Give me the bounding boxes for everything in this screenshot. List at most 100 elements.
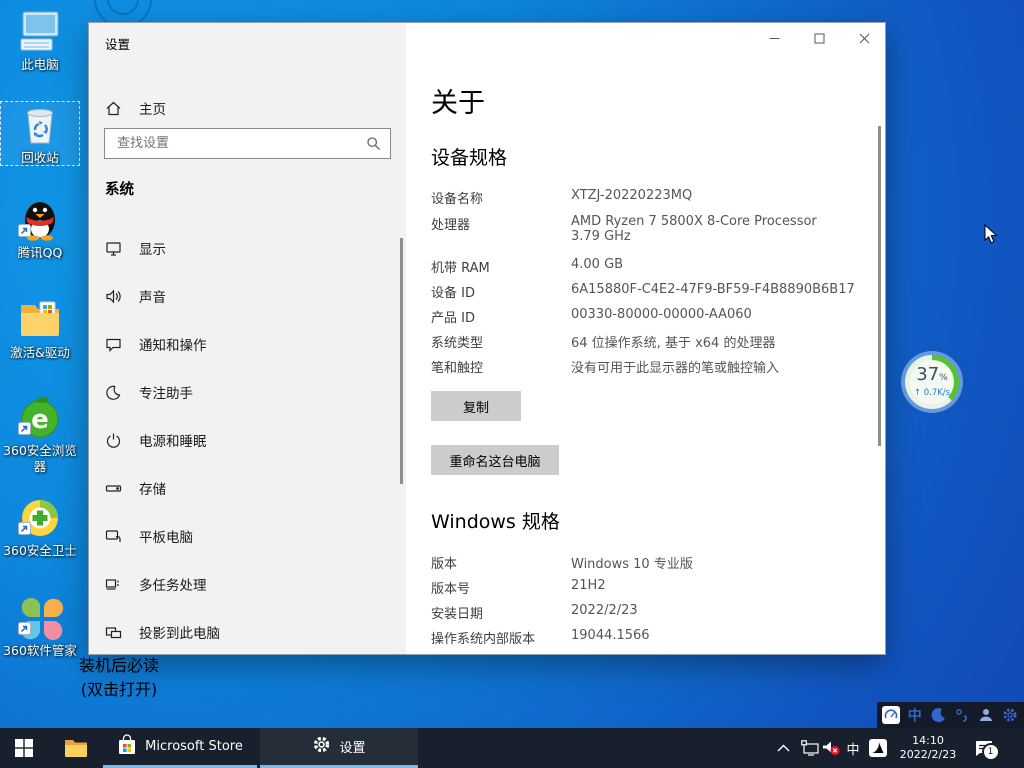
spec-row: 系统类型 64 位操作系统, 基于 x64 的处理器 <box>431 332 861 357</box>
sidebar-item-notifications[interactable]: 通知和操作 <box>89 322 389 366</box>
spec-row: 处理器 AMD Ryzen 7 5800X 8-Core Processor 3… <box>431 214 861 257</box>
sidebar-item-multitasking[interactable]: 多任务处理 <box>89 562 389 606</box>
gear-icon[interactable] <box>1000 705 1020 725</box>
notifications-icon <box>105 336 122 353</box>
memory-usage-percent: 37% <box>916 366 947 387</box>
desktop-icon-label: 360安全卫士 <box>0 543 80 559</box>
sidebar-scrollbar[interactable] <box>400 238 403 484</box>
search-box <box>104 128 391 159</box>
settings-content: 关于 设备规格 设备名称 XTZJ-20220223MQ 处理器 AMD Ryz… <box>406 23 886 655</box>
desktop-icon-software-manager-360[interactable]: 360软件管家 <box>0 594 80 659</box>
windows-specs-header: Windows 规格 <box>431 507 560 534</box>
file-explorer-button[interactable] <box>52 728 100 768</box>
sidebar-item-label: 电源和睡眠 <box>139 430 207 450</box>
mouse-cursor <box>984 224 999 249</box>
power-sleep-icon <box>105 432 122 449</box>
shortcut-arrow-icon <box>18 420 31 439</box>
spec-row: 设备 ID 6A15880F-C4E2-47F9-BF59-F4B8890B6B… <box>431 282 861 307</box>
ime-square-icon[interactable] <box>864 728 892 768</box>
content-scrollbar[interactable] <box>878 126 881 446</box>
rename-pc-button[interactable]: 重命名这台电脑 <box>431 445 559 475</box>
settings-window: 设置 主页 系统 显示 声音 <box>88 22 886 655</box>
this-pc-icon <box>17 8 63 54</box>
sidebar-item-power-sleep[interactable]: 电源和睡眠 <box>89 418 389 462</box>
sidebar-item-focus-assist[interactable]: 专注助手 <box>89 370 389 414</box>
taskbar-button-label: Microsoft Store <box>145 739 243 754</box>
moon-icon[interactable] <box>929 705 949 725</box>
desktop-icon-label: 此电脑 <box>0 57 80 73</box>
desktop-icon-browser-360[interactable]: e 360安全浏览器 <box>0 394 80 475</box>
chinese-mode-icon[interactable]: 中 <box>905 705 925 725</box>
recycle-bin-icon <box>17 101 63 147</box>
ime-indicator[interactable]: 中 <box>841 728 865 768</box>
microsoft-store-icon <box>117 734 137 760</box>
shortcut-arrow-icon <box>18 620 31 639</box>
tray-show-hidden-icons[interactable] <box>770 728 796 768</box>
spec-row: 产品 ID 00330-80000-00000-AA060 <box>431 307 861 332</box>
desktop: 此电脑 回收站 <box>0 0 1024 768</box>
multitasking-icon <box>105 576 122 593</box>
search-icon[interactable] <box>366 136 381 155</box>
ime-logo-icon[interactable] <box>881 705 901 725</box>
spec-row: 操作系统内部版本 19044.1566 <box>431 628 861 653</box>
software-manager-360-icon <box>17 594 63 640</box>
sidebar-item-label: 主页 <box>139 98 166 118</box>
gear-icon <box>312 735 331 758</box>
focus-assist-icon <box>105 384 122 401</box>
desktop-icon-safeguard-360[interactable]: 360安全卫士 <box>0 494 80 559</box>
settings-sidebar: 设置 主页 系统 显示 声音 <box>89 23 406 655</box>
home-icon <box>105 100 122 117</box>
close-button[interactable] <box>842 23 886 54</box>
desktop-icon-label: 360软件管家 <box>0 643 80 659</box>
project-icon <box>105 624 122 641</box>
window-title: 设置 <box>105 34 130 53</box>
taskbar-button-settings[interactable]: 设置 <box>260 728 418 768</box>
taskbar-clock[interactable]: 14:10 2022/2/23 <box>893 734 963 762</box>
browser-360-icon: e <box>17 394 63 440</box>
clock-time: 14:10 <box>893 734 963 748</box>
speed-ball-widget[interactable]: 37% ↑ 0.7K/s <box>901 351 963 413</box>
storage-icon <box>105 480 122 497</box>
copy-button[interactable]: 复制 <box>431 391 521 421</box>
start-button[interactable] <box>0 728 48 768</box>
punctuation-icon[interactable] <box>952 705 972 725</box>
sidebar-item-label: 多任务处理 <box>139 574 207 594</box>
taskbar-button-label: 设置 <box>339 737 365 756</box>
svg-text:e: e <box>31 405 49 435</box>
page-title: 关于 <box>431 81 485 120</box>
sidebar-item-label: 专注助手 <box>139 382 193 402</box>
device-specs-table: 设备名称 XTZJ-20220223MQ 处理器 AMD Ryzen 7 580… <box>431 188 861 382</box>
shortcut-arrow-icon <box>18 222 31 241</box>
taskbar-button-microsoft-store[interactable]: Microsoft Store <box>103 728 257 768</box>
windows-specs-table: 版本 Windows 10 专业版 版本号 21H2 安装日期 2022/2/2… <box>431 553 861 655</box>
desktop-icon-readme[interactable]: 装机后必读(双击打开) <box>78 652 160 700</box>
desktop-icon-this-pc[interactable]: 此电脑 <box>0 8 80 73</box>
desktop-icon-driver-folder[interactable]: 激活&驱动 <box>0 296 80 361</box>
search-input[interactable] <box>105 129 367 158</box>
notification-count-badge: 1 <box>982 743 1000 761</box>
driver-folder-icon <box>17 296 63 342</box>
sidebar-item-display[interactable]: 显示 <box>89 226 389 270</box>
sound-icon <box>105 288 122 305</box>
network-speed: ↑ 0.7K/s <box>914 388 950 398</box>
taskbar: Microsoft Store 设置 中 14:10 2022/2/23 <box>0 728 1024 768</box>
spec-row-partial: 体验 <box>431 653 861 655</box>
spec-row: 版本 Windows 10 专业版 <box>431 553 861 578</box>
sidebar-item-home[interactable]: 主页 <box>89 86 389 130</box>
sidebar-item-project[interactable]: 投影到此电脑 <box>89 610 389 654</box>
spec-row: 版本号 21H2 <box>431 578 861 603</box>
maximize-button[interactable] <box>797 23 842 54</box>
sidebar-item-tablet[interactable]: 平板电脑 <box>89 514 389 558</box>
action-center-icon[interactable]: 1 <box>966 728 1000 768</box>
sidebar-item-sound[interactable]: 声音 <box>89 274 389 318</box>
user-icon[interactable] <box>976 705 996 725</box>
display-icon <box>105 240 122 257</box>
spec-row: 安装日期 2022/2/23 <box>431 603 861 628</box>
desktop-icon-qq[interactable]: 腾讯QQ <box>0 196 80 261</box>
sidebar-item-label: 平板电脑 <box>139 526 193 546</box>
minimize-button[interactable] <box>752 23 797 54</box>
qq-icon <box>17 196 63 242</box>
tablet-icon <box>105 528 122 545</box>
desktop-icon-recycle-bin[interactable]: 回收站 <box>0 101 80 166</box>
sidebar-item-storage[interactable]: 存储 <box>89 466 389 510</box>
